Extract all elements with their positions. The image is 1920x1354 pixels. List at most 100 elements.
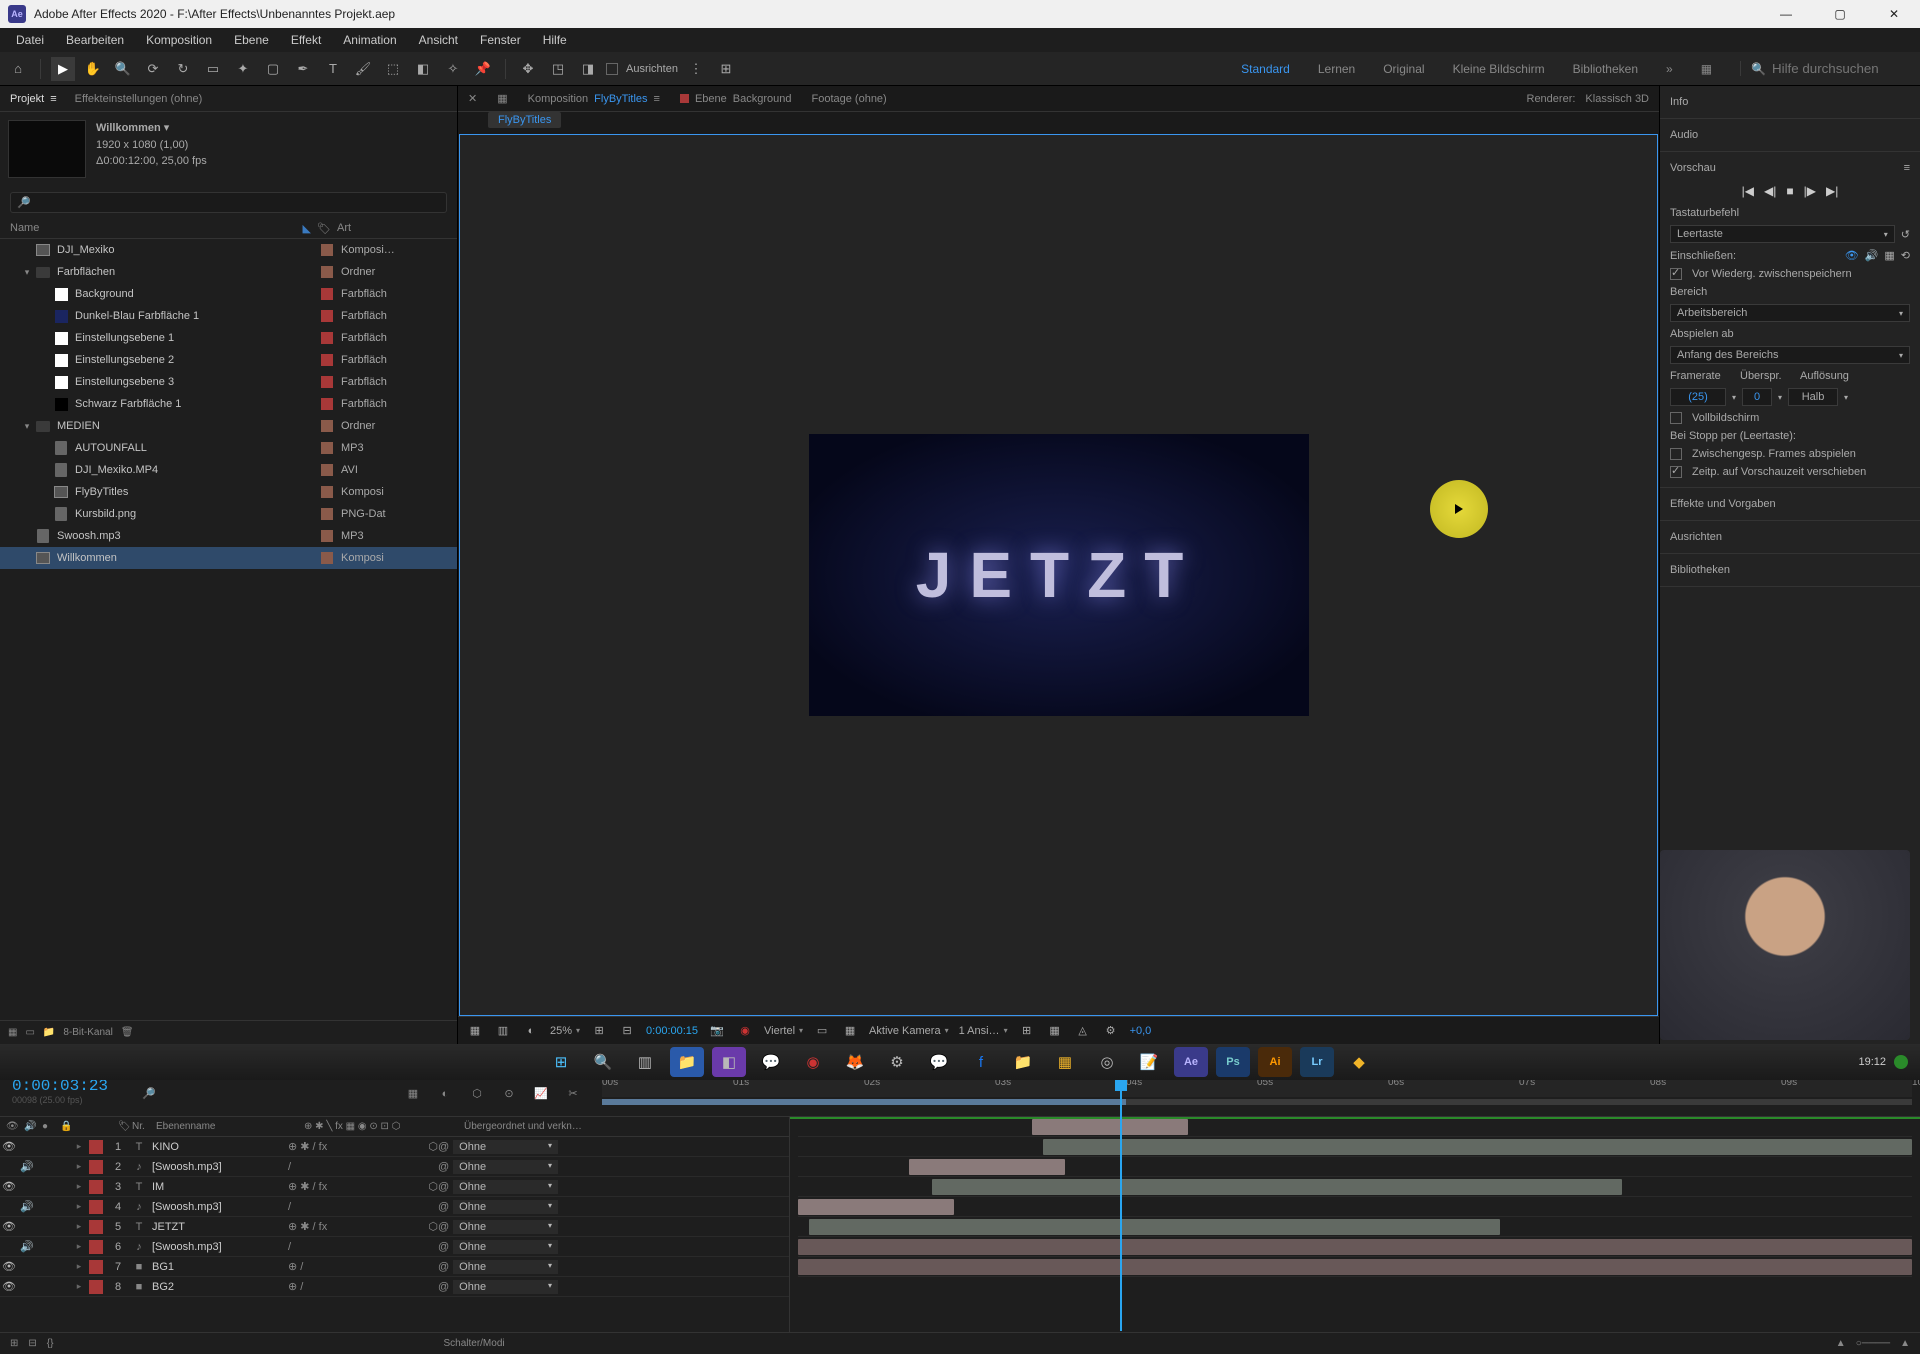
flowchart-breadcrumb[interactable]: FlyByTitles bbox=[458, 112, 1659, 134]
include-audio-icon[interactable]: 🔊 bbox=[1865, 249, 1879, 262]
newfolder-icon[interactable]: 📁 bbox=[43, 1027, 55, 1038]
fullscreen-toggle[interactable]: Vollbildschirm bbox=[1670, 409, 1910, 427]
roto-tool[interactable]: ✧ bbox=[441, 57, 465, 81]
tab-footage[interactable]: Footage (ohne) bbox=[812, 93, 887, 105]
exposure-value[interactable]: +0,0 bbox=[1130, 1025, 1152, 1037]
app1-icon[interactable]: ◧ bbox=[712, 1047, 746, 1077]
app3-icon[interactable]: ⚙ bbox=[880, 1047, 914, 1077]
menu-animation[interactable]: Animation bbox=[333, 30, 406, 50]
snapopt2-icon[interactable]: ⊞ bbox=[714, 57, 738, 81]
panel-effects[interactable]: Effekte und Vorgaben bbox=[1670, 494, 1910, 514]
mask-icon[interactable]: ◳ bbox=[546, 57, 570, 81]
panel-preview[interactable]: Vorschau≡ bbox=[1670, 158, 1910, 178]
layer-row[interactable]: 🔊▸2♪[Swoosh.mp3] /@Ohne bbox=[0, 1157, 789, 1177]
project-item[interactable]: Einstellungsebene 1Farbfläch bbox=[0, 327, 457, 349]
folder-icon[interactable]: 📁 bbox=[1006, 1047, 1040, 1077]
tab-composition[interactable]: Komposition FlyByTitles ≡ bbox=[528, 93, 660, 105]
viewport[interactable]: JETZT bbox=[459, 134, 1658, 1016]
panel-audio[interactable]: Audio bbox=[1670, 125, 1910, 145]
help-search-input[interactable] bbox=[1772, 61, 1902, 76]
project-item[interactable]: Dunkel-Blau Farbfläche 1Farbfläch bbox=[0, 305, 457, 327]
layer-row[interactable]: 🔊▸6♪[Swoosh.mp3] /@Ohne bbox=[0, 1237, 789, 1257]
tab-project[interactable]: Projekt ≡ bbox=[10, 93, 57, 105]
project-item[interactable]: DJI_MexikoKomposi… bbox=[0, 239, 457, 261]
menu-ansicht[interactable]: Ansicht bbox=[409, 30, 468, 50]
prev-frame-button[interactable]: ◀| bbox=[1764, 184, 1776, 198]
photoshop-icon[interactable]: Ps bbox=[1216, 1047, 1250, 1077]
project-item[interactable]: Schwarz Farbfläche 1Farbfläch bbox=[0, 393, 457, 415]
reset-icon[interactable]: ↺ bbox=[1901, 228, 1910, 241]
notes-icon[interactable]: 📝 bbox=[1132, 1047, 1166, 1077]
res-dropdown[interactable]: Halb bbox=[1788, 388, 1838, 406]
v2-icon[interactable]: ▦ bbox=[1046, 1023, 1064, 1039]
eraser-tool[interactable]: ◧ bbox=[411, 57, 435, 81]
v3-icon[interactable]: ◬ bbox=[1074, 1023, 1092, 1039]
tab-layer[interactable]: Ebene Background bbox=[680, 93, 792, 105]
panel-info[interactable]: Info bbox=[1670, 92, 1910, 112]
panbehind-tool[interactable]: ✦ bbox=[231, 57, 255, 81]
type-tool[interactable]: T bbox=[321, 57, 345, 81]
mask2-icon[interactable]: ◨ bbox=[576, 57, 600, 81]
mask-icon[interactable]: ◐ bbox=[522, 1023, 540, 1039]
timeline-tracks[interactable] bbox=[790, 1117, 1920, 1332]
app2-icon[interactable]: ◉ bbox=[796, 1047, 830, 1077]
last-frame-button[interactable]: ▶| bbox=[1826, 184, 1838, 198]
illustrator-icon[interactable]: Ai bbox=[1258, 1047, 1292, 1077]
minimize-button[interactable]: — bbox=[1768, 0, 1804, 28]
panel-align[interactable]: Ausrichten bbox=[1670, 527, 1910, 547]
ws-libs[interactable]: Bibliotheken bbox=[1573, 62, 1638, 76]
movetime-toggle[interactable]: Zeitp. auf Vorschauzeit verschieben bbox=[1670, 463, 1910, 481]
layer-row[interactable]: 👁▸3TIM⊕ ✱ / fx⬡@Ohne bbox=[0, 1177, 789, 1197]
clone-tool[interactable]: ⬚ bbox=[381, 57, 405, 81]
clock[interactable]: 19:12 bbox=[1858, 1056, 1886, 1068]
brush-tool[interactable]: 🖌 bbox=[351, 57, 375, 81]
project-item[interactable]: DJI_Mexiko.MP4AVI bbox=[0, 459, 457, 481]
lightroom-icon[interactable]: Lr bbox=[1300, 1047, 1334, 1077]
stop-button[interactable]: ■ bbox=[1786, 184, 1793, 198]
tl-toggle1-icon[interactable]: ⊞ bbox=[10, 1338, 18, 1349]
project-item[interactable]: ▾FarbflächenOrdner bbox=[0, 261, 457, 283]
menu-datei[interactable]: Datei bbox=[6, 30, 54, 50]
channel-icon[interactable]: ◉ bbox=[736, 1023, 754, 1039]
v1-icon[interactable]: ⊞ bbox=[1018, 1023, 1036, 1039]
explorer-icon[interactable]: 📁 bbox=[670, 1047, 704, 1077]
zoom-tool[interactable]: 🔍 bbox=[111, 57, 135, 81]
tl-zoomin-icon[interactable]: ▲ bbox=[1900, 1338, 1910, 1349]
region-icon[interactable]: ▭ bbox=[813, 1023, 831, 1039]
whatsapp-icon[interactable]: 💬 bbox=[754, 1047, 788, 1077]
skip-input[interactable]: 0 bbox=[1742, 388, 1772, 406]
project-item[interactable]: WillkommenKomposi bbox=[0, 547, 457, 569]
ws-lernen[interactable]: Lernen bbox=[1318, 62, 1355, 76]
project-item[interactable]: Einstellungsebene 3Farbfläch bbox=[0, 371, 457, 393]
shortcut-dropdown[interactable]: Leertaste bbox=[1670, 225, 1895, 243]
alpha-icon[interactable]: ▦ bbox=[466, 1023, 484, 1039]
bitdepth-button[interactable]: 8-Bit-Kanal bbox=[63, 1027, 112, 1038]
app5-icon[interactable]: ◆ bbox=[1342, 1047, 1376, 1077]
switches-modes-toggle[interactable]: Schalter/Modi bbox=[443, 1338, 504, 1349]
include-overlay-icon[interactable]: ▦ bbox=[1884, 249, 1894, 262]
close-button[interactable]: ✕ bbox=[1876, 0, 1912, 28]
maximize-button[interactable]: ▢ bbox=[1822, 0, 1858, 28]
tl-zoom-slider[interactable]: ○──── bbox=[1856, 1338, 1890, 1349]
playcached-toggle[interactable]: Zwischengesp. Frames abspielen bbox=[1670, 445, 1910, 463]
res2-icon[interactable]: ⊟ bbox=[618, 1023, 636, 1039]
project-item[interactable]: ▾MEDIENOrdner bbox=[0, 415, 457, 437]
menu-hilfe[interactable]: Hilfe bbox=[533, 30, 577, 50]
guides-icon[interactable]: ▥ bbox=[494, 1023, 512, 1039]
renderer-label[interactable]: Renderer: Klassisch 3D bbox=[1527, 93, 1650, 105]
selection-tool[interactable]: ▶ bbox=[51, 57, 75, 81]
menu-bearbeiten[interactable]: Bearbeiten bbox=[56, 30, 134, 50]
search-taskbar-icon[interactable]: 🔍 bbox=[586, 1047, 620, 1077]
views-dropdown[interactable]: 1 Ansi… bbox=[959, 1025, 1008, 1037]
menu-effekt[interactable]: Effekt bbox=[281, 30, 331, 50]
camera-dropdown[interactable]: Aktive Kamera bbox=[869, 1025, 949, 1037]
viewer-close-icon[interactable]: ✕ bbox=[468, 92, 477, 105]
snapping-toggle[interactable]: Ausrichten bbox=[606, 63, 678, 75]
range-dropdown[interactable]: Arbeitsbereich bbox=[1670, 304, 1910, 322]
layer-row[interactable]: 👁▸8■BG2⊕ /@Ohne bbox=[0, 1277, 789, 1297]
camera-tool[interactable]: ▭ bbox=[201, 57, 225, 81]
layer-row[interactable]: 👁▸7■BG1⊕ /@Ohne bbox=[0, 1257, 789, 1277]
project-item[interactable]: FlyByTitlesKomposi bbox=[0, 481, 457, 503]
rotate-tool[interactable]: ↻ bbox=[171, 57, 195, 81]
aftereffects-icon[interactable]: Ae bbox=[1174, 1047, 1208, 1077]
